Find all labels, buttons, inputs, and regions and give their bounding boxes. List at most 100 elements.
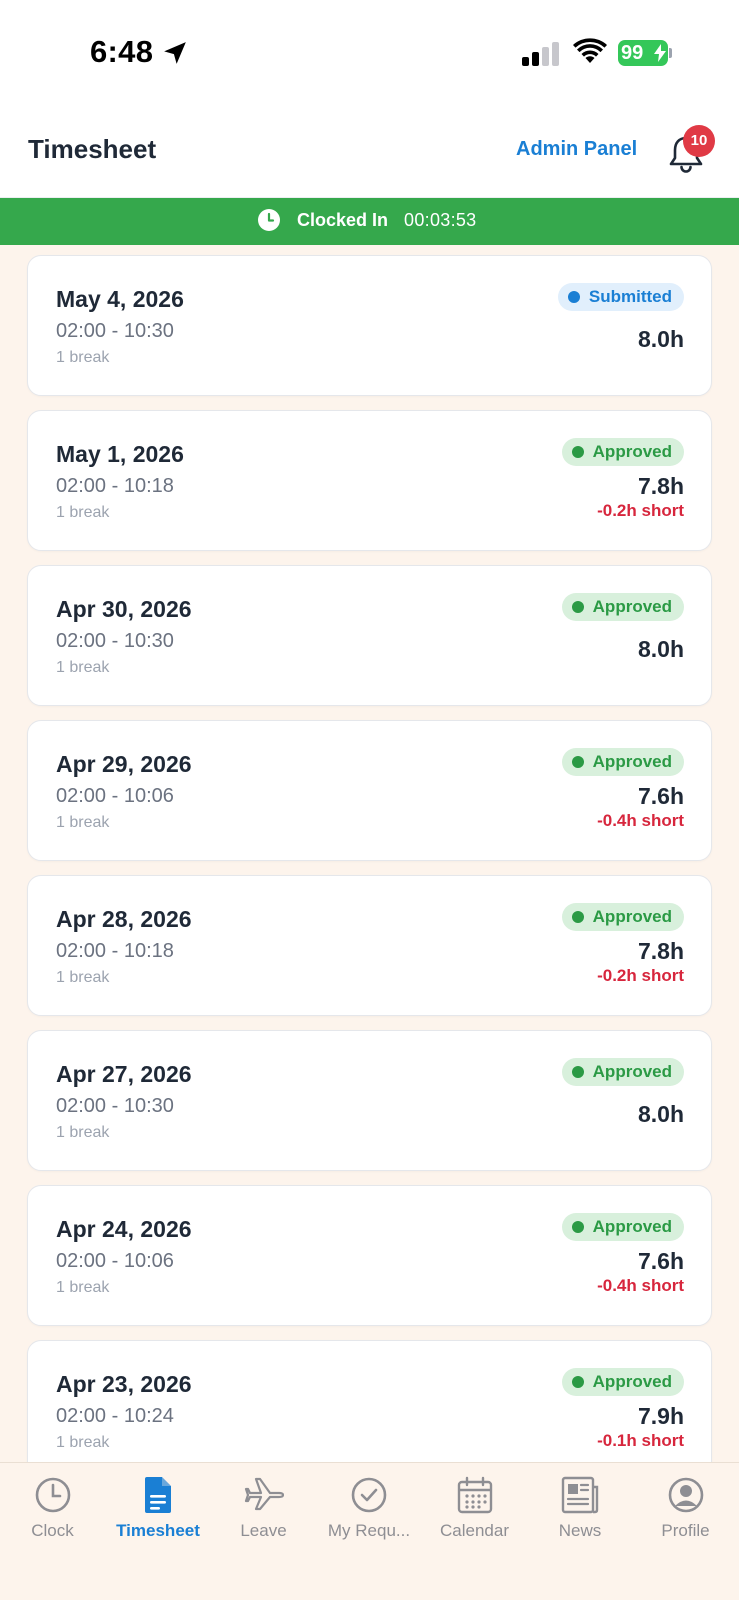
entry-hours: 7.9h — [637, 1403, 684, 1429]
status-label: Approved — [592, 1062, 672, 1081]
entry-shortfall: -0.2h short — [597, 966, 684, 985]
status-badge: Submitted — [557, 283, 684, 311]
timesheet-entry-card[interactable]: May 4, 2026 02:00 - 10:30 1 break Submitted… — [27, 255, 712, 396]
calendar-icon — [457, 1476, 492, 1514]
status-label: Approved — [592, 907, 672, 926]
status-badge: Approved — [561, 1058, 684, 1086]
entry-break-count: 1 break — [56, 1124, 110, 1141]
clocked-in-banner[interactable]: Clocked In 00:03:53 — [0, 198, 739, 245]
profile-icon — [668, 1477, 703, 1513]
entry-hours: 7.8h — [637, 938, 684, 964]
entry-date: May 4, 2026 — [56, 286, 184, 312]
cellular-signal-icon — [522, 42, 559, 66]
tab-news[interactable]: News — [528, 1463, 633, 1553]
tab-label: Calendar — [440, 1521, 509, 1540]
timesheet-entry-card[interactable]: Apr 23, 2026 02:00 - 10:24 1 break Approved… — [27, 1340, 712, 1462]
airplane-icon — [244, 1477, 284, 1511]
status-label: Approved — [592, 597, 672, 616]
timesheet-entry-card[interactable]: Apr 30, 2026 02:00 - 10:30 1 break Approved… — [27, 565, 712, 706]
status-label: Approved — [592, 442, 672, 461]
entry-date: Apr 30, 2026 — [56, 596, 192, 622]
entry-shortfall: -0.4h short — [597, 811, 684, 830]
app-header: Timesheet Admin Panel — [0, 106, 739, 198]
entry-hours: 7.6h — [637, 1248, 684, 1274]
tab-calendar[interactable]: Calendar — [422, 1463, 527, 1553]
status-dot-icon — [567, 291, 580, 303]
entry-date: May 1, 2026 — [56, 441, 184, 467]
entry-date: Apr 29, 2026 — [56, 751, 192, 777]
wifi-icon — [573, 38, 607, 63]
entry-break-count: 1 break — [56, 659, 110, 676]
status-badge: Approved — [561, 1368, 684, 1396]
bottom-tab-bar: Clock Timesheet Leave My Requ... Calendar New… — [0, 1462, 739, 1600]
timesheet-entry-card[interactable]: Apr 29, 2026 02:00 - 10:06 1 break Approved… — [27, 720, 712, 861]
entry-date: Apr 24, 2026 — [56, 1216, 192, 1242]
clocked-in-label: Clocked In — [297, 209, 389, 230]
entry-hours: 8.0h — [637, 326, 684, 352]
entry-break-count: 1 break — [56, 814, 110, 831]
entry-hours: 7.6h — [637, 783, 684, 809]
entry-break-count: 1 break — [56, 349, 110, 366]
tab-my-requ[interactable]: My Requ... — [317, 1463, 422, 1553]
tab-label: My Requ... — [327, 1521, 411, 1540]
clock-icon — [258, 209, 280, 231]
entry-break-count: 1 break — [56, 504, 110, 521]
clock-icon — [35, 1477, 70, 1513]
entry-time-range: 02:00 - 10:18 — [56, 475, 174, 497]
status-dot-icon — [571, 446, 584, 458]
timesheet-entry-card[interactable]: Apr 27, 2026 02:00 - 10:30 1 break Approved… — [27, 1030, 712, 1171]
tab-leave[interactable]: Leave — [211, 1463, 316, 1553]
tab-label: News — [558, 1521, 602, 1540]
status-time: 6:48 — [90, 34, 154, 69]
timesheet-list[interactable]: May 4, 2026 02:00 - 10:30 1 break Submitted… — [0, 245, 739, 1462]
status-dot-icon — [571, 756, 584, 768]
status-dot-icon — [571, 1221, 584, 1233]
timesheet-entry-card[interactable]: May 1, 2026 02:00 - 10:18 1 break Approved 7… — [27, 410, 712, 551]
status-badge: Approved — [561, 903, 684, 931]
tab-clock[interactable]: Clock — [0, 1463, 105, 1553]
status-dot-icon — [571, 911, 584, 923]
status-dot-icon — [571, 601, 584, 613]
entry-time-range: 02:00 - 10:30 — [56, 320, 174, 342]
document-icon — [145, 1477, 171, 1513]
tab-timesheet[interactable]: Timesheet — [106, 1463, 211, 1553]
entry-break-count: 1 break — [56, 1434, 110, 1451]
admin-panel-link[interactable]: Admin Panel — [516, 138, 637, 161]
battery-icon: 99 — [618, 40, 672, 66]
tab-label: Clock — [31, 1521, 74, 1540]
timesheet-entry-card[interactable]: Apr 28, 2026 02:00 - 10:18 1 break Approved… — [27, 875, 712, 1016]
status-label: Approved — [592, 752, 672, 771]
status-bar: 6:48 99 — [0, 0, 739, 106]
newspaper-icon — [561, 1476, 599, 1514]
status-dot-icon — [571, 1376, 584, 1388]
entry-time-range: 02:00 - 10:06 — [56, 785, 174, 807]
entry-time-range: 02:00 - 10:30 — [56, 630, 174, 652]
charging-bolt-icon — [654, 44, 666, 62]
entry-hours: 8.0h — [637, 1101, 684, 1127]
status-badge: Approved — [561, 748, 684, 776]
entry-date: Apr 23, 2026 — [56, 1371, 192, 1397]
tab-label: Profile — [661, 1521, 710, 1540]
entry-time-range: 02:00 - 10:06 — [56, 1250, 174, 1272]
timesheet-entry-card[interactable]: Apr 24, 2026 02:00 - 10:06 1 break Approved… — [27, 1185, 712, 1326]
tab-label: Timesheet — [116, 1521, 200, 1540]
entry-hours: 7.8h — [637, 473, 684, 499]
location-arrow-icon — [164, 42, 186, 64]
entry-time-range: 02:00 - 10:30 — [56, 1095, 174, 1117]
entry-hours: 8.0h — [637, 636, 684, 662]
status-label: Submitted — [588, 287, 672, 306]
status-badge: Approved — [561, 1213, 684, 1241]
check-circle-icon — [351, 1477, 387, 1513]
entry-break-count: 1 break — [56, 1279, 110, 1296]
entry-shortfall: -0.2h short — [597, 501, 684, 520]
entry-date: Apr 28, 2026 — [56, 906, 192, 932]
notification-count-badge[interactable]: 10 — [683, 125, 715, 157]
tab-label: Leave — [240, 1521, 287, 1540]
entry-shortfall: -0.4h short — [597, 1276, 684, 1295]
status-label: Approved — [592, 1372, 672, 1391]
entry-time-range: 02:00 - 10:24 — [56, 1405, 174, 1427]
entry-time-range: 02:00 - 10:18 — [56, 940, 174, 962]
tab-profile[interactable]: Profile — [633, 1463, 738, 1553]
entry-date: Apr 27, 2026 — [56, 1061, 192, 1087]
status-badge: Approved — [561, 593, 684, 621]
